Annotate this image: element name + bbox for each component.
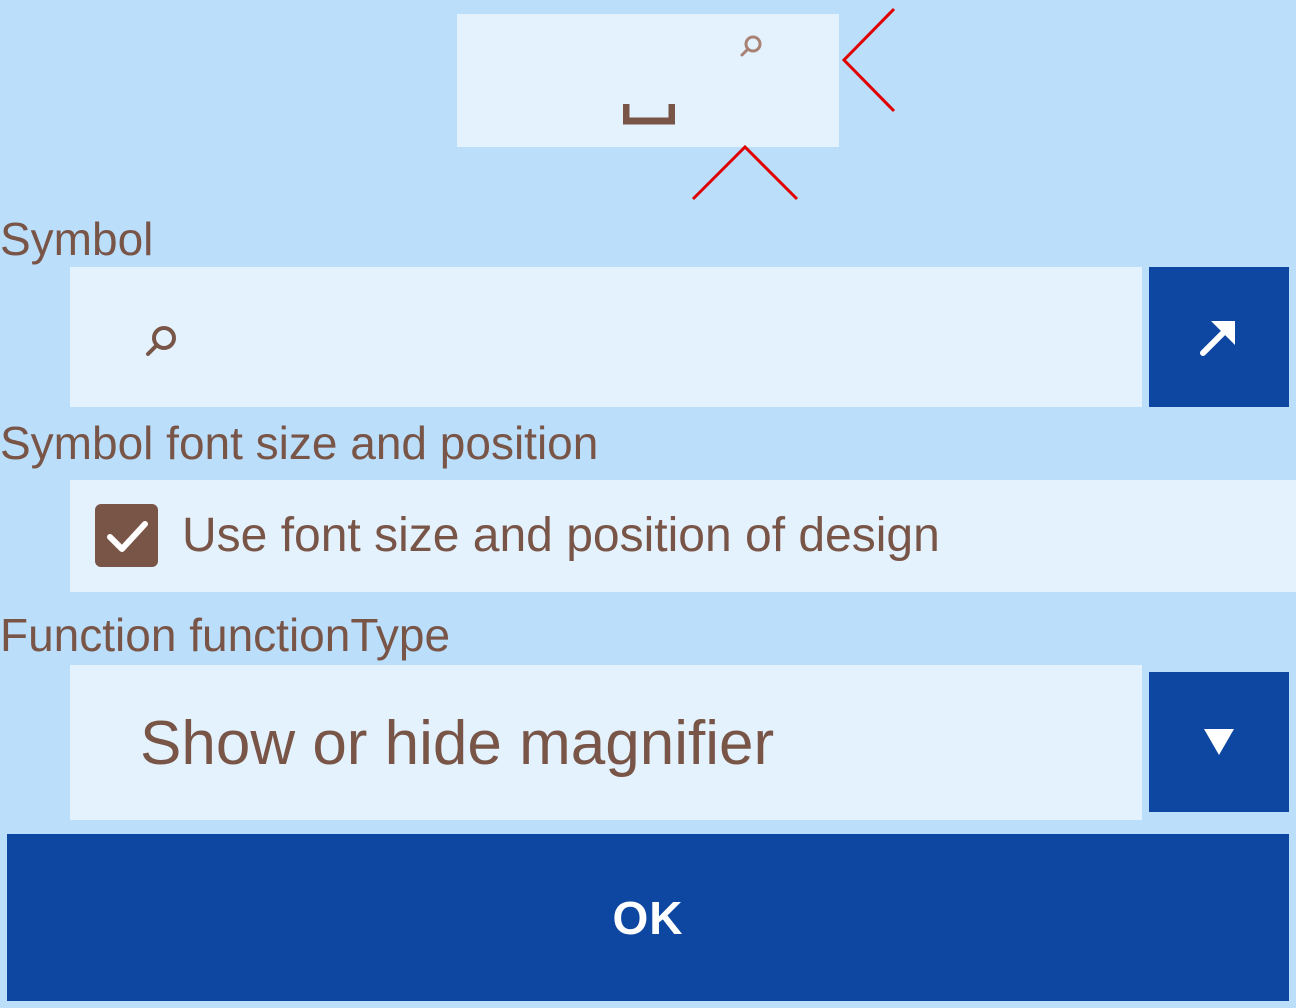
function-type-select[interactable]: Show or hide magnifier — [70, 665, 1142, 820]
symbol-input[interactable] — [70, 267, 1142, 407]
use-design-font-checkbox[interactable] — [95, 504, 158, 567]
triangle-down-icon — [1204, 729, 1234, 755]
function-type-value: Show or hide magnifier — [140, 709, 775, 778]
function-type-dropdown-button[interactable] — [1149, 672, 1289, 812]
use-design-font-label: Use font size and position of design — [182, 509, 940, 562]
use-design-font-row[interactable]: Use font size and position of design — [70, 480, 1296, 592]
magnifier-icon — [740, 35, 762, 57]
arrow-up-right-icon — [1200, 321, 1235, 356]
key-preview — [457, 14, 839, 147]
symbol-label: Symbol — [0, 213, 154, 265]
space-glyph-icon — [623, 104, 675, 125]
magnifier-icon — [146, 326, 176, 356]
bottom-position-marker-icon — [691, 144, 799, 201]
function-type-label: Function functionType — [0, 609, 451, 661]
ok-button[interactable]: OK — [7, 834, 1289, 1001]
symbol-picker-button[interactable] — [1149, 267, 1289, 407]
right-position-marker-icon — [841, 7, 896, 113]
font-position-label: Symbol font size and position — [0, 417, 599, 469]
checkmark-icon — [106, 520, 148, 552]
